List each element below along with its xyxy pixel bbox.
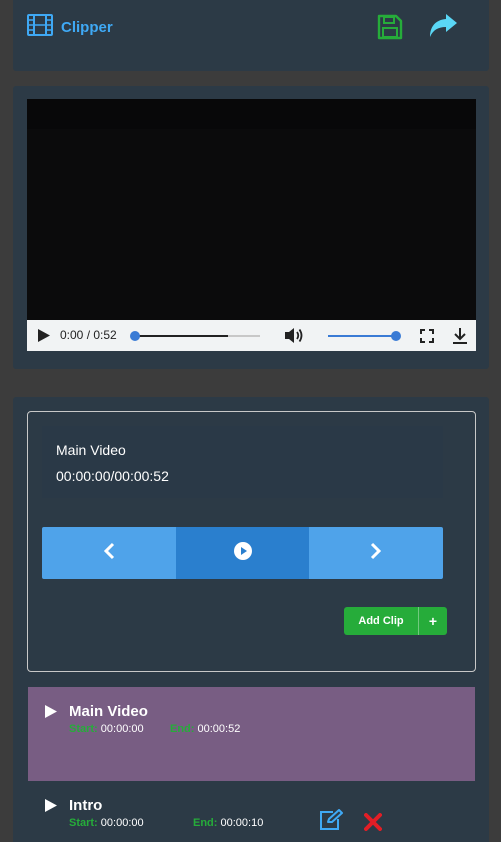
add-clip-label: Add Clip [358, 615, 404, 627]
clip-name: Intro [69, 797, 103, 814]
previous-button[interactable] [42, 527, 176, 579]
seek-bar[interactable] [130, 331, 260, 341]
clip-panel: Main Video 00:00:00/00:00:52 Add Clip + … [13, 397, 489, 842]
video-panel: 0:00 / 0:52 [13, 86, 489, 369]
plus-icon: + [418, 607, 447, 635]
video-controls: 0:00 / 0:52 [27, 320, 476, 351]
current-clip-time: 00:00:00/00:00:52 [56, 468, 169, 484]
play-icon[interactable] [37, 328, 51, 348]
play-icon[interactable] [44, 704, 58, 724]
time-display: 0:00 / 0:52 [60, 328, 117, 342]
clip-end: End: 00:00:10 [193, 817, 264, 829]
current-clip-info: Main Video 00:00:00/00:00:52 [42, 426, 443, 498]
play-clip-button[interactable] [175, 527, 310, 579]
next-button[interactable] [309, 527, 443, 579]
brand-title: Clipper [61, 19, 113, 36]
clip-start: Start: 00:00:00 [69, 817, 144, 829]
play-icon[interactable] [44, 798, 58, 818]
previous-icon [103, 542, 115, 565]
fullscreen-icon[interactable] [420, 329, 434, 348]
clip-start: Start: 00:00:00 [69, 723, 144, 735]
edit-icon[interactable] [319, 809, 343, 836]
volume-handle[interactable] [391, 331, 401, 341]
volume-slider[interactable] [328, 331, 401, 341]
next-icon [370, 542, 382, 565]
video-frame[interactable] [27, 99, 476, 320]
clip-navigation [42, 527, 443, 579]
volume-icon[interactable] [284, 326, 304, 350]
seek-buffered [135, 335, 228, 337]
clip-name: Main Video [69, 703, 148, 720]
current-clip-title: Main Video [56, 442, 126, 458]
clip-item-main-video[interactable]: Main Video Start: 00:00:00 End: 00:00:52 [28, 687, 475, 781]
play-circle-icon [233, 541, 253, 566]
clip-end: End: 00:00:52 [170, 723, 241, 735]
brand[interactable]: Clipper [27, 14, 113, 41]
save-icon[interactable] [377, 14, 403, 45]
add-clip-button[interactable]: Add Clip + [344, 607, 447, 635]
seek-handle[interactable] [130, 331, 140, 341]
share-icon[interactable] [427, 12, 459, 45]
film-icon [27, 14, 53, 41]
volume-level [328, 335, 396, 337]
download-icon[interactable] [452, 327, 468, 350]
delete-icon[interactable] [364, 813, 382, 836]
clip-editor: Main Video 00:00:00/00:00:52 Add Clip + [27, 411, 476, 672]
clip-item-intro[interactable]: Intro Start: 00:00:00 End: 00:00:10 [28, 781, 475, 842]
top-toolbar: Clipper [13, 0, 489, 71]
